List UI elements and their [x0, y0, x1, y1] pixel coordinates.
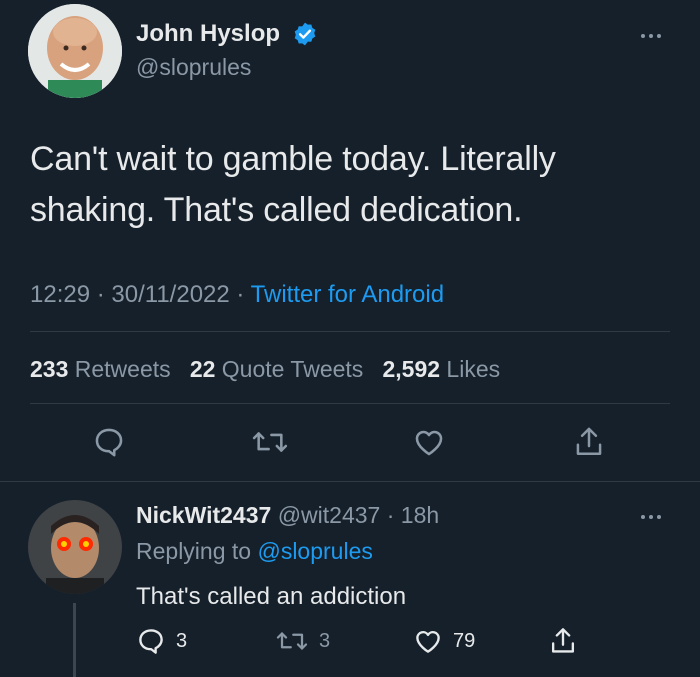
author-avatar[interactable]	[28, 4, 122, 98]
separator: ·	[96, 281, 112, 308]
tweet-text-line-1: Can't wait to gamble today. Literally	[30, 140, 556, 178]
replying-to: Replying to @sloprules	[136, 538, 373, 565]
replying-to-prefix: Replying to	[136, 538, 252, 564]
reply-age[interactable]: 18h	[401, 502, 439, 528]
tweet-time[interactable]: 12:29	[30, 281, 90, 308]
retweets-count: 233	[30, 356, 69, 382]
reply-author-avatar[interactable]	[28, 500, 122, 594]
reply-author-handle[interactable]: @wit2437	[278, 502, 381, 528]
retweet-icon[interactable]	[251, 425, 289, 459]
reply-icon	[139, 629, 163, 654]
retweet-icon	[276, 632, 308, 650]
more-icon[interactable]	[641, 34, 661, 38]
tweet-stats: 233 Retweets 22 Quote Tweets 2,592 Likes	[30, 356, 500, 383]
tweet-metadata: 12:29 · 30/11/2022 · Twitter for Android	[30, 281, 444, 309]
author-handle[interactable]: @sloprules	[136, 54, 251, 81]
reply-retweet-count: 3	[319, 629, 331, 652]
quotes-stat[interactable]: 22 Quote Tweets	[190, 356, 370, 382]
reply-share-icon[interactable]	[548, 625, 578, 657]
reply-avatar-image	[28, 500, 122, 594]
quotes-label: Quote Tweets	[221, 356, 364, 382]
author-avatar-image	[28, 4, 122, 98]
likes-label: Likes	[446, 356, 501, 382]
reply-like-button[interactable]: 79	[413, 626, 475, 656]
reply-more-icon[interactable]	[641, 515, 661, 519]
reply-author-name[interactable]: NickWit2437	[136, 502, 271, 528]
reply-reply-button[interactable]: 3	[136, 626, 187, 656]
reply-like-count: 79	[453, 629, 476, 652]
reply-icon[interactable]	[92, 425, 126, 459]
separator: ·	[380, 502, 401, 528]
like-icon[interactable]	[412, 425, 446, 459]
thread-line	[73, 603, 76, 677]
tweet-source[interactable]: Twitter for Android	[251, 281, 444, 308]
tweet-text-line-2: shaking. That's called dedication.	[30, 191, 523, 229]
quotes-count: 22	[189, 356, 216, 382]
reply-reply-count: 3	[176, 629, 188, 652]
reply-retweet-button[interactable]: 3	[275, 626, 330, 656]
replying-to-handle[interactable]: @sloprules	[257, 538, 372, 564]
verified-badge-icon	[292, 21, 318, 47]
tweet-date[interactable]: 30/11/2022	[111, 281, 229, 308]
retweets-stat[interactable]: 233 Retweets	[30, 356, 177, 382]
likes-stat[interactable]: 2,592 Likes	[382, 356, 500, 382]
retweets-label: Retweets	[74, 356, 171, 382]
divider	[30, 403, 670, 404]
divider	[30, 331, 670, 332]
section-divider	[0, 481, 700, 482]
share-icon[interactable]	[572, 424, 606, 460]
reply-header: NickWit2437 @wit2437 · 18h	[136, 502, 439, 529]
like-icon	[416, 631, 440, 653]
separator: ·	[236, 281, 251, 308]
author-name[interactable]: John Hyslop	[136, 20, 280, 48]
likes-count: 2,592	[382, 356, 441, 382]
reply-text: That's called an addiction	[136, 583, 407, 610]
